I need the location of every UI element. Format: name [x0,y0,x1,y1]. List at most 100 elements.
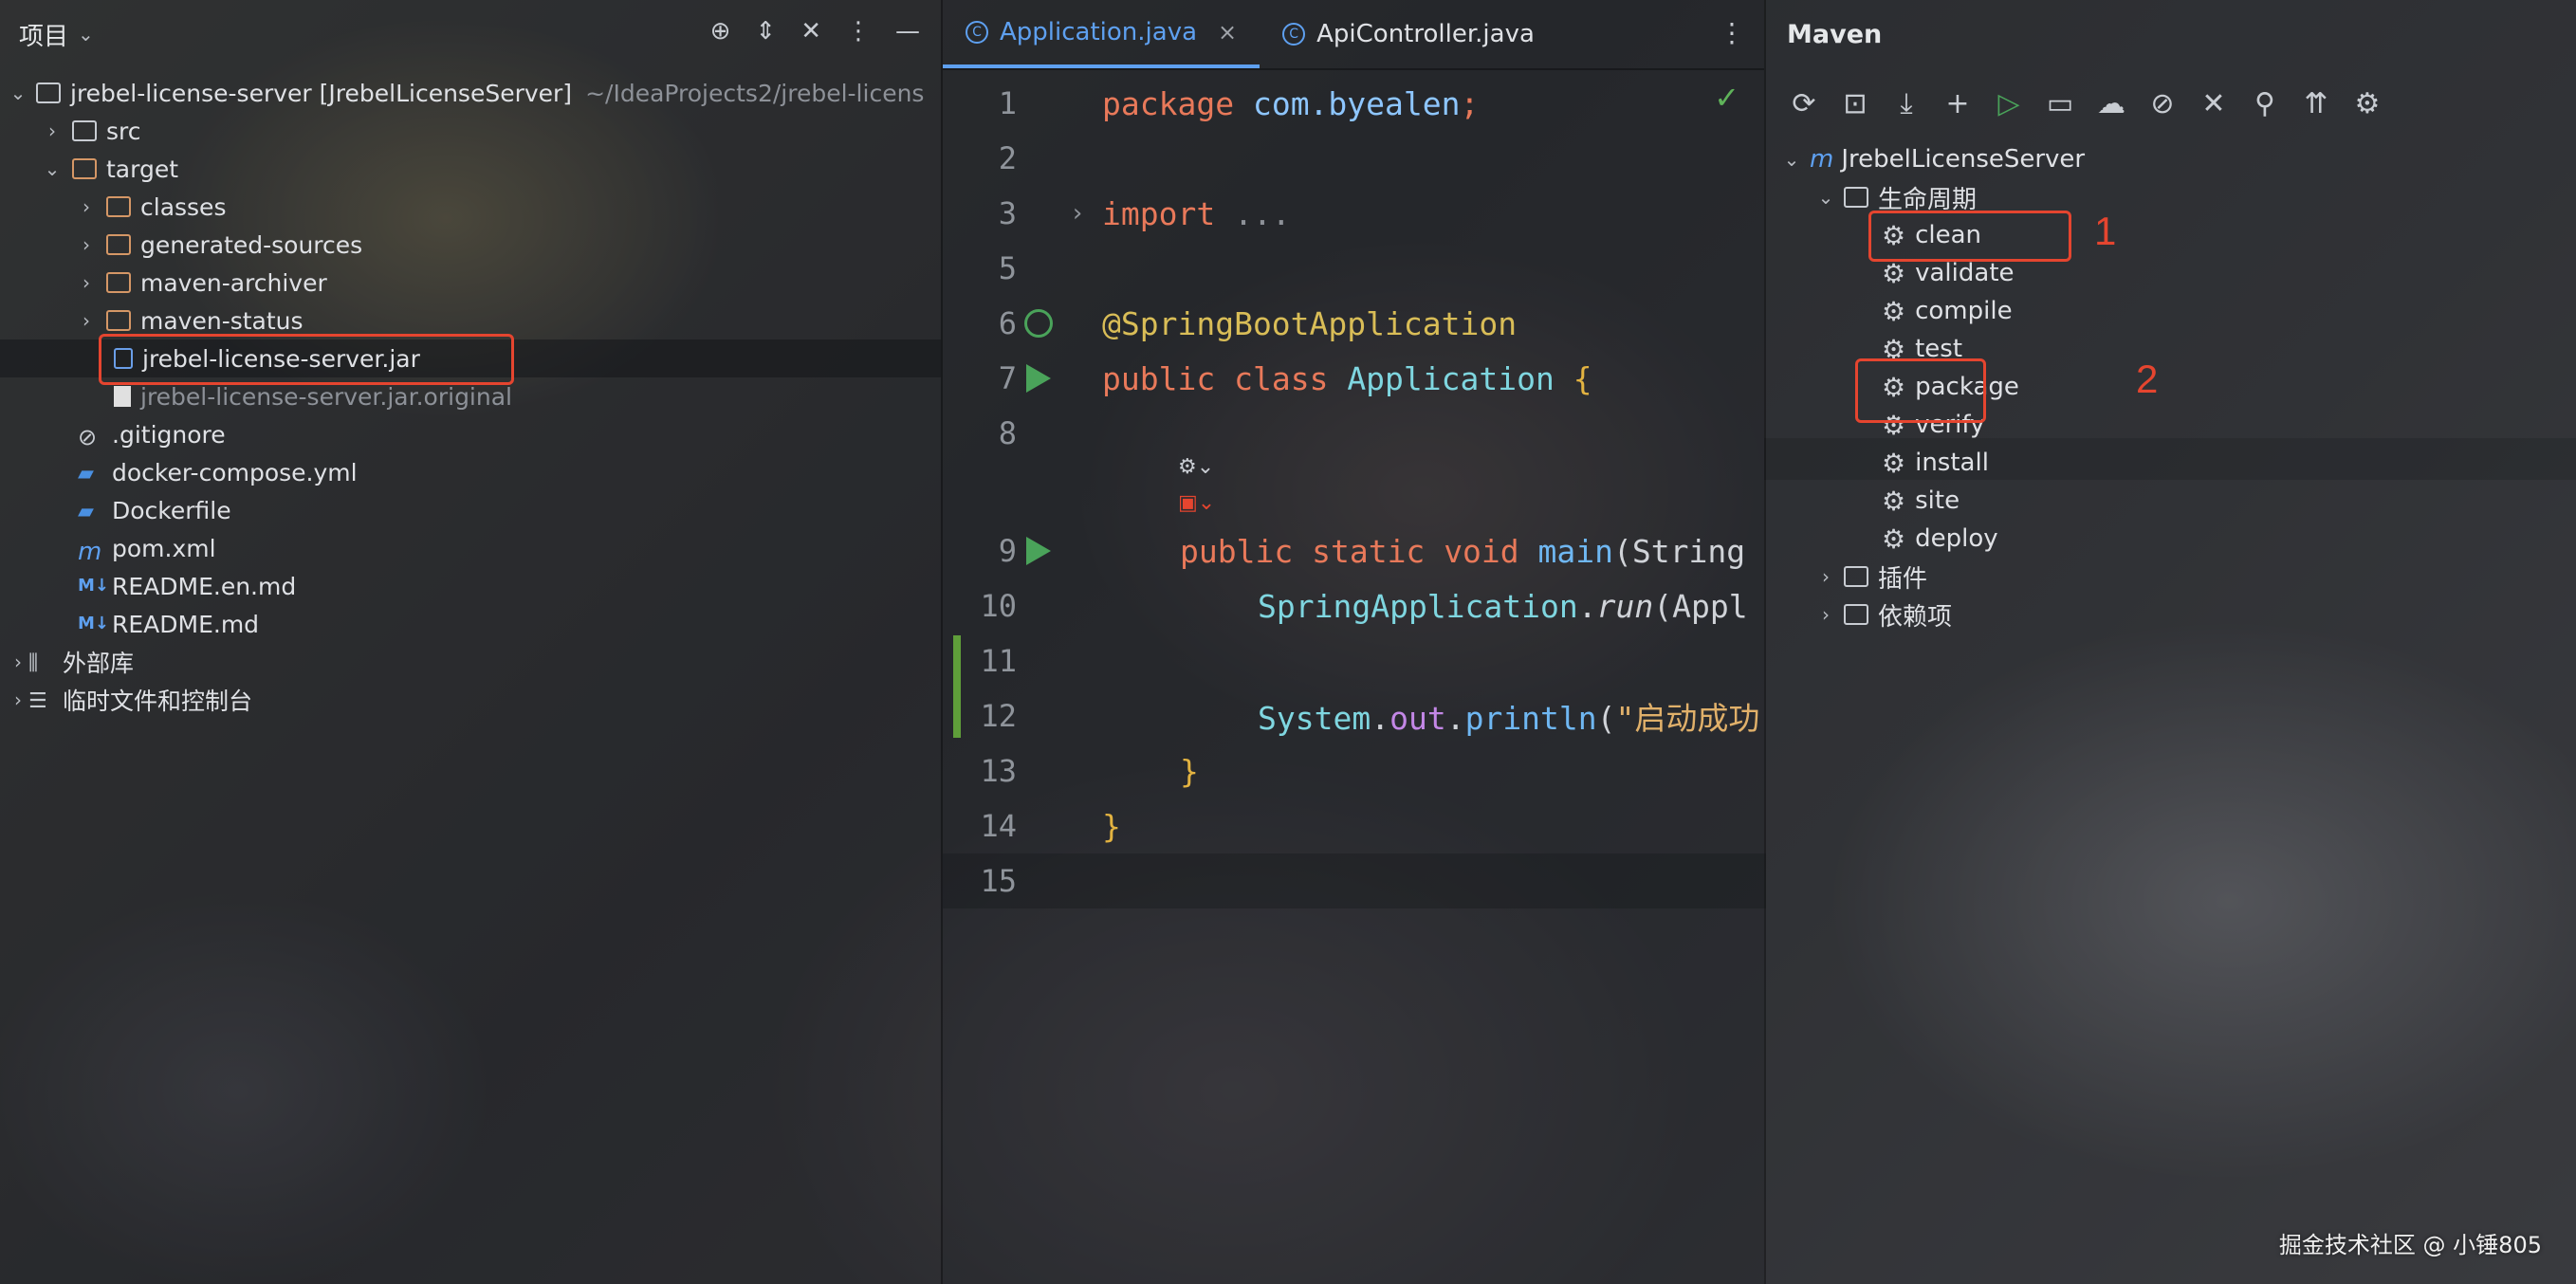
code-line-current[interactable]: 15 [943,853,1766,908]
close-icon[interactable]: × [1218,19,1237,46]
more-options-icon[interactable]: ⋮ [846,17,871,46]
library-icon: ⫼ [28,651,39,675]
code-line[interactable]: 5 [943,241,1766,296]
code-token: main [1537,532,1614,570]
download-icon[interactable]: ⤓ [1891,87,1922,120]
code-token: ( [1596,700,1616,737]
show-dependencies-icon[interactable]: ⇈ [2301,87,2331,120]
chevron-down-icon[interactable]: ⌄ [1781,148,1802,171]
tree-item-label: target [106,155,179,183]
tree-item-root[interactable]: ⌄ jrebel-license-server [JrebelLicenseSe… [8,74,925,112]
code-token: (String [1613,532,1746,570]
chevron-right-icon[interactable]: › [8,688,28,711]
settings-icon[interactable]: ⚙ [2352,87,2383,120]
line-number: 10 [980,588,1017,624]
tree-item-src[interactable]: › src [42,112,141,150]
minimize-icon[interactable]: — [895,17,920,46]
skip-tests-icon[interactable]: ⊘ [2147,87,2178,120]
chevron-right-icon[interactable]: › [8,651,28,673]
expand-all-icon[interactable]: ⇕ [755,17,776,46]
maven-dependencies-label: 依赖项 [1878,602,1953,632]
maven-plugins-label: 插件 [1878,564,1928,594]
folder-icon [106,310,131,331]
tree-item-pom[interactable]: m pom.xml [78,529,216,567]
chevron-right-icon[interactable]: › [76,271,97,294]
code-line[interactable]: 1 package com.byealen; [943,76,1766,131]
code-line[interactable]: 6 @SpringBootApplication [943,296,1766,351]
tab-apicontroller-java[interactable]: C ApiController.java [1260,0,1557,68]
chevron-down-icon[interactable]: ⌄ [42,157,63,180]
chevron-down-icon[interactable]: ⌄ [8,82,28,104]
locate-icon[interactable]: ⊕ [710,17,731,46]
tree-item-classes[interactable]: › classes [76,188,226,226]
chevron-right-icon[interactable]: › [76,309,97,332]
step-marker-1: 1 [2094,209,2117,253]
dependencies-folder-icon [1844,604,1868,625]
code-token: class [1234,359,1329,397]
chevron-right-icon[interactable]: › [42,119,63,142]
run-icon[interactable] [1026,364,1051,393]
maven-goal-site[interactable]: ⚙ site [1882,482,1960,520]
step-marker-2: 2 [2136,357,2159,401]
maven-dependencies-node[interactable]: › 依赖项 [1815,596,1952,633]
line-number: 2 [998,140,1017,176]
code-token: Application [1347,359,1555,397]
chevron-down-icon[interactable]: ⌄ [1815,186,1836,209]
execute-goal-icon[interactable]: ▭ [2045,87,2075,120]
maven-plugins-node[interactable]: › 插件 [1815,558,1927,596]
code-line[interactable]: 10 SpringApplication.run(Appl [943,578,1766,633]
tree-item-readme-en[interactable]: M↓ README.en.md [78,567,296,605]
reload-icon[interactable]: ⟳ [1789,87,1819,120]
vcs-change-marker[interactable] [953,635,961,738]
tree-item-jar-original[interactable]: jrebel-license-server.jar.original [114,377,512,415]
tree-item-docker-compose[interactable]: ▰ docker-compose.yml [78,453,358,491]
offline-icon[interactable]: ☁ [2096,87,2126,120]
tree-item-maven-archiver[interactable]: › maven-archiver [76,264,327,302]
module-folder-icon [36,83,61,103]
fold-icon[interactable]: › [1070,199,1085,228]
line-number: 6 [998,305,1017,341]
chevron-right-icon[interactable]: › [1815,603,1836,626]
tree-item-external-libraries[interactable]: › ⫼ 外部库 [8,643,134,681]
generate-sources-icon[interactable]: ⊡ [1840,87,1870,120]
more-tabs-icon[interactable]: ⋮ [1719,17,1745,48]
code-line[interactable]: 13 } [943,743,1766,798]
gear-icon: ⚙ [1882,257,1906,289]
tree-item-gitignore[interactable]: ⊘ .gitignore [78,415,226,453]
maven-goal-deploy[interactable]: ⚙ deploy [1882,520,1998,558]
run-icon[interactable]: ▷ [1994,87,2024,120]
run-icon[interactable] [1026,537,1051,565]
code-line[interactable]: 2 [943,131,1766,186]
tree-item-dockerfile[interactable]: ▰ Dockerfile [78,491,231,529]
chevron-right-icon[interactable]: › [1815,565,1836,588]
code-line[interactable]: 8 [943,406,1766,461]
inlay-hint-icon[interactable]: ⚙⌄ [1178,455,1214,479]
maven-project-node[interactable]: ⌄ m JrebelLicenseServer [1781,140,2086,178]
analyze-icon[interactable]: ⚲ [2250,87,2280,120]
tree-item-readme[interactable]: M↓ README.md [78,605,259,643]
chevron-down-icon[interactable]: ⌄ [78,23,94,46]
folder-icon [72,158,97,179]
inlay-hint-icon[interactable]: ▣⌄ [1178,491,1215,515]
code-line[interactable]: 11 [943,633,1766,688]
code-line[interactable]: 9 public static void main(String [943,523,1766,578]
tree-item-scratches[interactable]: › ☰ 临时文件和控制台 [8,681,252,719]
code-line[interactable]: 12 System.out.println("启动成功 [943,688,1766,743]
tab-application-java[interactable]: C Application.java × [943,0,1260,68]
project-toolbar: ⊕ ⇕ ✕ ⋮ — [710,17,920,46]
chevron-right-icon[interactable]: › [76,195,97,218]
code-line[interactable]: 14 } [943,798,1766,853]
maven-goal-install[interactable]: ⚙ install [1882,444,1989,482]
code-line[interactable]: 7 public class Application { [943,351,1766,406]
tree-item-target[interactable]: ⌄ target [42,150,178,188]
add-icon[interactable]: + [1942,87,1973,120]
maven-goal-compile[interactable]: ⚙ compile [1882,292,2013,330]
chevron-right-icon[interactable]: › [76,233,97,256]
collapse-all-icon[interactable]: ✕ [800,17,821,46]
code-line[interactable]: 3 › import ... [943,186,1766,241]
maven-project-icon: m [1810,145,1834,174]
collapse-all-icon[interactable]: ✕ [2199,87,2229,120]
spring-bean-icon[interactable] [1024,309,1053,338]
code-token: public [1102,359,1216,397]
tree-item-generated-sources[interactable]: › generated-sources [76,226,362,264]
